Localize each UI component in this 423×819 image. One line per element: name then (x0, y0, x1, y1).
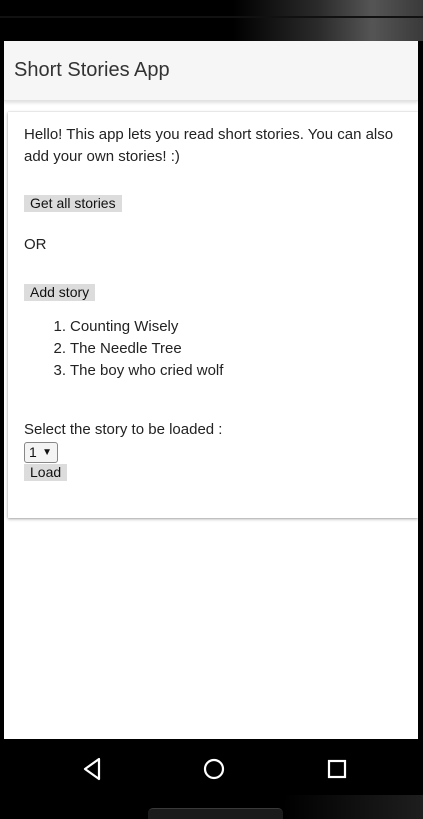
app-title: Short Stories App (14, 59, 170, 81)
list-item-number: 1. (53, 318, 66, 335)
app-screen: Short Stories App Hello! This app lets y… (4, 41, 418, 739)
list-item-title: The Needle Tree (70, 340, 182, 357)
back-button[interactable] (77, 754, 107, 784)
status-bar (0, 0, 423, 41)
list-item-number: 2. (53, 340, 66, 357)
home-icon (203, 758, 225, 780)
content-card: Hello! This app lets you read short stor… (8, 112, 418, 518)
story-select[interactable]: 1 ▼ (24, 442, 58, 463)
story-select-value: 1 (29, 444, 37, 460)
list-item-number: 3. (53, 362, 66, 379)
get-all-stories-button[interactable]: Get all stories (24, 195, 122, 212)
home-button[interactable] (199, 754, 229, 784)
dropdown-arrow-icon: ▼ (42, 447, 52, 458)
list-item-title: The boy who cried wolf (70, 362, 224, 379)
add-story-button[interactable]: Add story (24, 284, 96, 301)
list-item: 3. The boy who cried wolf (48, 360, 223, 382)
select-story-label: Select the story to be loaded : (24, 421, 223, 438)
intro-text: Hello! This app lets you read short stor… (24, 126, 394, 165)
app-bar: Short Stories App (4, 41, 418, 101)
device-bottom-edge (148, 808, 283, 819)
list-item: 2. The Needle Tree (48, 338, 223, 360)
bezel-shade (283, 795, 423, 819)
bezel-edge (0, 16, 423, 18)
back-icon (83, 757, 101, 781)
load-button[interactable]: Load (24, 464, 68, 481)
or-text: OR (24, 236, 47, 253)
recents-button[interactable] (322, 754, 352, 784)
story-list: 1. Counting Wisely 2. The Needle Tree 3. Th… (48, 316, 223, 382)
list-item-title: Counting Wisely (70, 318, 179, 335)
recents-icon (327, 759, 347, 779)
list-item: 1. Counting Wisely (48, 316, 223, 338)
